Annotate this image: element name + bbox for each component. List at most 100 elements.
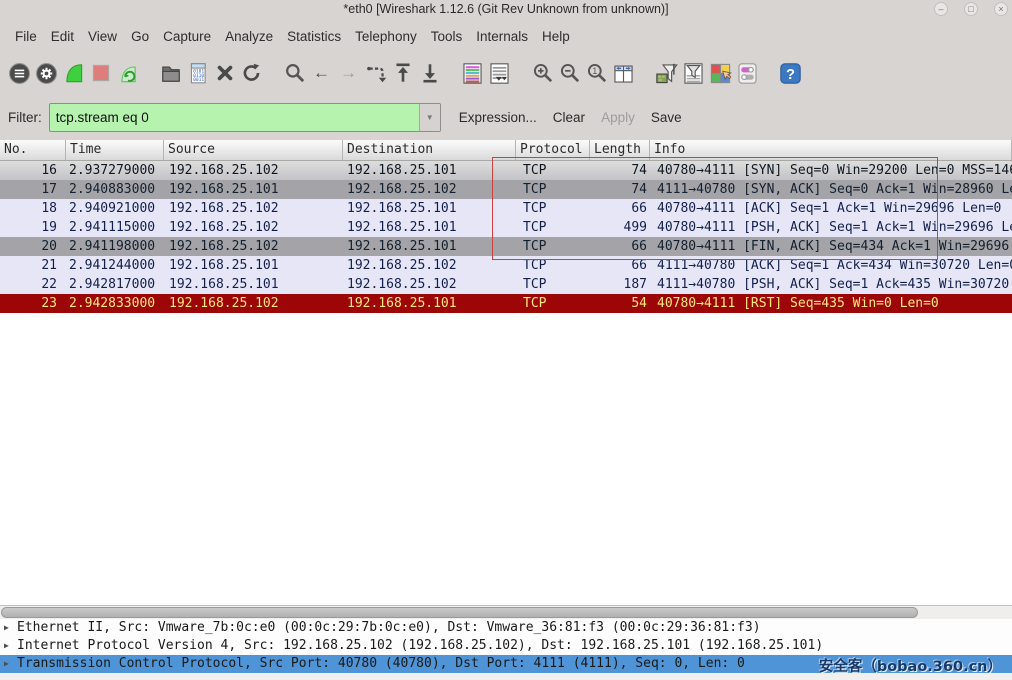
go-to-packet-icon [364, 61, 388, 85]
zoom-in-button[interactable] [529, 60, 556, 87]
menu-item-internals[interactable]: Internals [469, 25, 535, 48]
cell-protocol: TCP [516, 237, 590, 256]
column-header-no[interactable]: No. [0, 140, 66, 160]
coloring-rules-icon [708, 61, 733, 86]
capture-options-button[interactable] [33, 60, 60, 87]
menu-item-analyze[interactable]: Analyze [218, 25, 280, 48]
colorize-packets-button[interactable] [459, 60, 486, 87]
cell-info: 40780→4111 [SYN] Seq=0 Win=29200 Len=0 M… [650, 161, 1012, 180]
packet-row-23[interactable]: 232.942833000192.168.25.102192.168.25.10… [0, 294, 1012, 313]
capture-start-button[interactable] [60, 60, 87, 87]
packet-row-21[interactable]: 212.941244000192.168.25.101192.168.25.10… [0, 256, 1012, 275]
detail-row-2[interactable]: ▶Transmission Control Protocol, Src Port… [0, 655, 1012, 673]
menu-item-statistics[interactable]: Statistics [280, 25, 348, 48]
cell-protocol: TCP [516, 275, 590, 294]
packet-row-17[interactable]: 172.940883000192.168.25.101192.168.25.10… [0, 180, 1012, 199]
capture-filters-button[interactable] [653, 60, 680, 87]
cell-no: 16 [0, 161, 66, 180]
menu-item-go[interactable]: Go [124, 25, 156, 48]
menu-item-telephony[interactable]: Telephony [348, 25, 424, 48]
cell-no: 17 [0, 180, 66, 199]
close-capture-button[interactable] [211, 60, 238, 87]
cell-protocol: TCP [516, 161, 590, 180]
menu-item-capture[interactable]: Capture [156, 25, 218, 48]
menu-item-help[interactable]: Help [535, 25, 577, 48]
go-to-bottom-button[interactable] [416, 60, 443, 87]
menu-item-tools[interactable]: Tools [424, 25, 470, 48]
auto-scroll-button[interactable] [486, 60, 513, 87]
cell-info: 40780→4111 [RST] Seq=435 Win=0 Len=0 [650, 294, 1012, 313]
horizontal-scrollbar[interactable] [0, 605, 1012, 619]
cell-no: 22 [0, 275, 66, 294]
cell-length: 74 [590, 180, 650, 199]
clear-button[interactable]: Clear [545, 106, 593, 129]
detail-row-text: Transmission Control Protocol, Src Port:… [17, 655, 745, 673]
filter-dropdown-button[interactable]: ▼ [419, 104, 440, 131]
capture-restart-button[interactable] [114, 60, 141, 87]
cell-protocol: TCP [516, 294, 590, 313]
reload-button[interactable] [238, 60, 265, 87]
packet-row-20[interactable]: 202.941198000192.168.25.102192.168.25.10… [0, 237, 1012, 256]
open-file-button[interactable] [157, 60, 184, 87]
coloring-rules-button[interactable] [707, 60, 734, 87]
cell-time: 2.941115000 [66, 218, 164, 237]
cell-destination: 192.168.25.101 [343, 218, 516, 237]
zoom-out-button[interactable] [556, 60, 583, 87]
expand-triangle-icon[interactable]: ▶ [4, 619, 17, 637]
cell-source: 192.168.25.102 [164, 237, 343, 256]
preferences-button[interactable] [734, 60, 761, 87]
display-filters-button[interactable] [680, 60, 707, 87]
go-back-icon: ← [313, 63, 330, 83]
go-forward-button[interactable]: → [335, 60, 362, 87]
cell-no: 23 [0, 294, 66, 313]
column-header-info[interactable]: Info [650, 140, 1012, 160]
capture-start-icon [62, 61, 86, 85]
scrollbar-thumb[interactable] [1, 607, 918, 618]
packet-row-16[interactable]: 162.937279000192.168.25.102192.168.25.10… [0, 161, 1012, 180]
help-button[interactable]: ? [777, 60, 804, 87]
save-button[interactable]: Save [643, 106, 690, 129]
capture-options-icon [35, 62, 58, 85]
find-packet-button[interactable] [281, 60, 308, 87]
cell-destination: 192.168.25.102 [343, 256, 516, 275]
go-to-top-button[interactable] [389, 60, 416, 87]
filter-bar: Filter: ▼ Expression... Clear Apply Save [0, 94, 1012, 140]
cell-info: 4111→40780 [SYN, ACK] Seq=0 Ack=1 Win=28… [650, 180, 1012, 199]
cell-source: 192.168.25.102 [164, 294, 343, 313]
packet-list-empty-area [0, 313, 1012, 605]
apply-button[interactable]: Apply [593, 106, 643, 129]
chevron-down-icon: ▼ [426, 113, 434, 122]
cell-no: 21 [0, 256, 66, 275]
menu-item-edit[interactable]: Edit [44, 25, 81, 48]
packet-details-pane: ▶Ethernet II, Src: Vmware_7b:0c:e0 (00:0… [0, 619, 1012, 673]
minimize-button[interactable]: – [934, 2, 948, 16]
packet-row-22[interactable]: 222.942817000192.168.25.101192.168.25.10… [0, 275, 1012, 294]
maximize-button[interactable]: □ [964, 2, 978, 16]
save-file-button[interactable]: 010101100011 [184, 60, 211, 87]
go-to-packet-button[interactable] [362, 60, 389, 87]
cell-time: 2.941198000 [66, 237, 164, 256]
column-header-time[interactable]: Time [66, 140, 164, 160]
menu-item-file[interactable]: File [8, 25, 44, 48]
close-button[interactable]: × [994, 2, 1008, 16]
list-interfaces-button[interactable] [6, 60, 33, 87]
expression-button[interactable]: Expression... [451, 106, 545, 129]
detail-row-0[interactable]: ▶Ethernet II, Src: Vmware_7b:0c:e0 (00:0… [0, 619, 1012, 637]
column-header-source[interactable]: Source [164, 140, 343, 160]
resize-columns-button[interactable] [610, 60, 637, 87]
expand-triangle-icon[interactable]: ▶ [4, 637, 17, 655]
packet-row-18[interactable]: 182.940921000192.168.25.102192.168.25.10… [0, 199, 1012, 218]
filter-input[interactable] [50, 104, 419, 131]
capture-stop-button[interactable] [87, 60, 114, 87]
cell-destination: 192.168.25.101 [343, 199, 516, 218]
go-back-button[interactable]: ← [308, 60, 335, 87]
column-header-destination[interactable]: Destination [343, 140, 516, 160]
cell-source: 192.168.25.101 [164, 256, 343, 275]
detail-row-1[interactable]: ▶Internet Protocol Version 4, Src: 192.1… [0, 637, 1012, 655]
expand-triangle-icon[interactable]: ▶ [4, 655, 17, 673]
packet-row-19[interactable]: 192.941115000192.168.25.102192.168.25.10… [0, 218, 1012, 237]
column-header-length[interactable]: Length [590, 140, 650, 160]
column-header-protocol[interactable]: Protocol [516, 140, 590, 160]
zoom-100-button[interactable]: 1 [583, 60, 610, 87]
menu-item-view[interactable]: View [81, 25, 124, 48]
